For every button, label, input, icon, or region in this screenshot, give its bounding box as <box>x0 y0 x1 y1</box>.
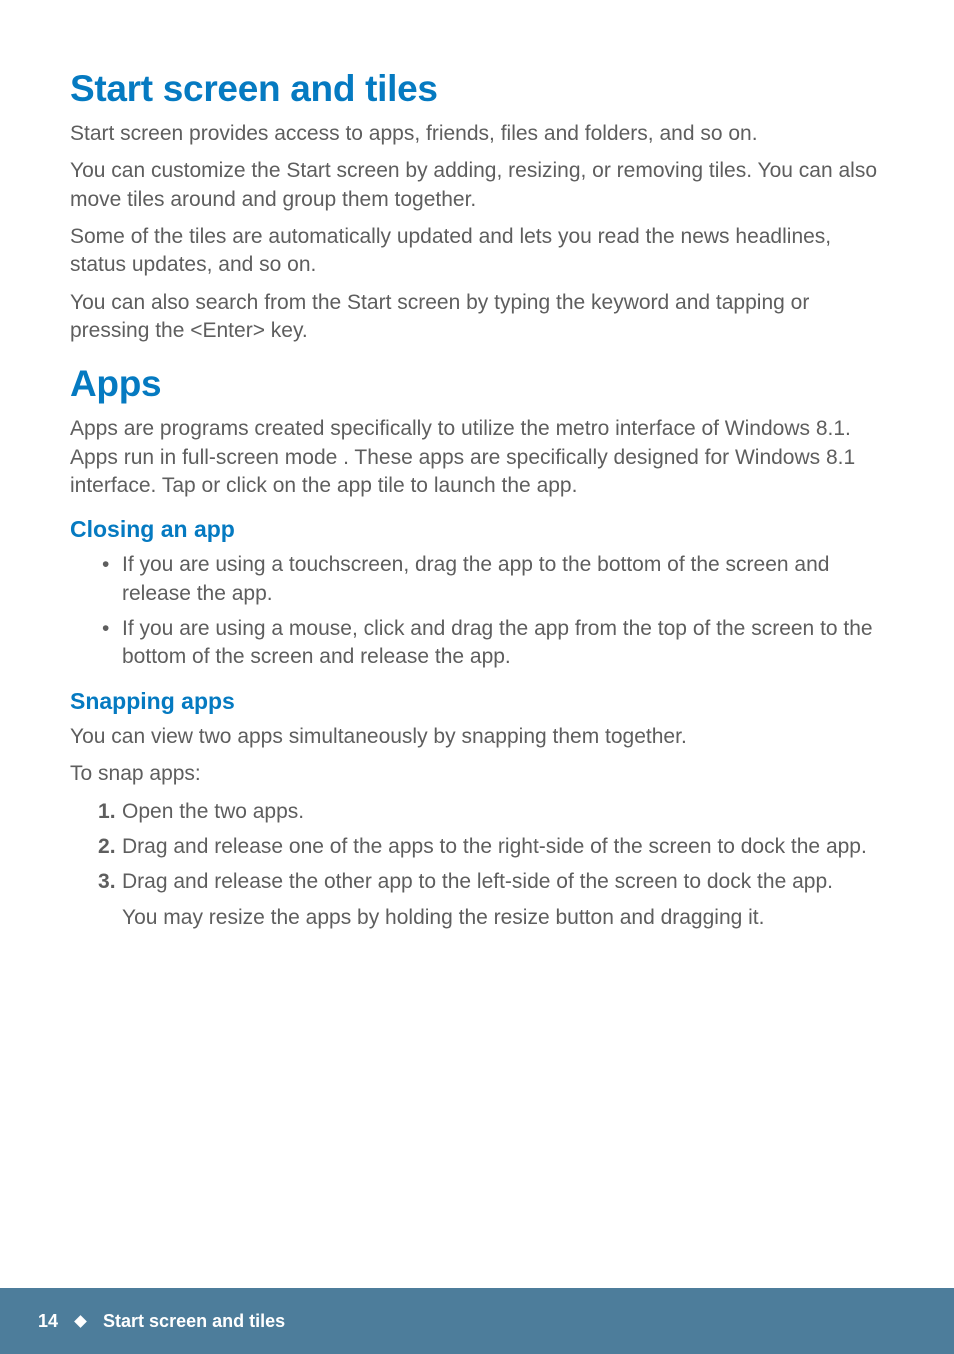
subheading-closing-app: Closing an app <box>70 516 884 543</box>
diamond-icon <box>74 1315 87 1328</box>
paragraph: Start screen provides access to apps, fr… <box>70 120 884 148</box>
step-note: You may resize the apps by holding the r… <box>122 904 884 932</box>
list-item: If you are using a mouse, click and drag… <box>108 615 884 672</box>
page-number: 14 <box>38 1311 58 1332</box>
list-item: If you are using a touchscreen, drag the… <box>108 551 884 608</box>
paragraph: Apps are programs created specifically t… <box>70 415 884 500</box>
list-item: Open the two apps. <box>98 798 884 826</box>
numbered-list: Open the two apps. Drag and release one … <box>70 798 884 932</box>
step-text: Drag and release the other app to the le… <box>122 870 833 893</box>
paragraph: You can also search from the Start scree… <box>70 289 884 346</box>
heading-apps: Apps <box>70 363 884 405</box>
paragraph: You can customize the Start screen by ad… <box>70 157 884 214</box>
footer-title: Start screen and tiles <box>103 1311 285 1332</box>
page-content: Start screen and tiles Start screen prov… <box>0 0 954 932</box>
paragraph: You can view two apps simultaneously by … <box>70 723 884 751</box>
paragraph: Some of the tiles are automatically upda… <box>70 223 884 280</box>
paragraph: To snap apps: <box>70 760 884 788</box>
heading-start-screen: Start screen and tiles <box>70 68 884 110</box>
subheading-snapping-apps: Snapping apps <box>70 688 884 715</box>
list-item: Drag and release one of the apps to the … <box>98 833 884 861</box>
bullet-list: If you are using a touchscreen, drag the… <box>70 551 884 671</box>
page-footer: 14 Start screen and tiles <box>0 1288 954 1354</box>
list-item: Drag and release the other app to the le… <box>98 868 884 932</box>
